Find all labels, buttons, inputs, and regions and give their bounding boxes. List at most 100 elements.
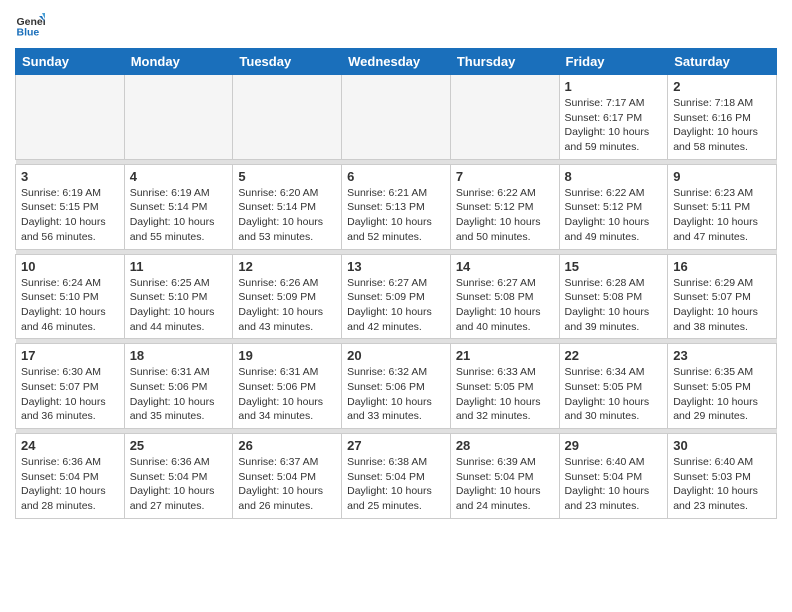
day-number: 11: [130, 259, 228, 274]
day-header-friday: Friday: [559, 49, 668, 75]
day-header-thursday: Thursday: [450, 49, 559, 75]
day-info: Sunrise: 7:18 AM Sunset: 6:16 PM Dayligh…: [673, 96, 771, 155]
logo: General Blue: [15, 10, 49, 40]
calendar-day-cell: 23Sunrise: 6:35 AM Sunset: 5:05 PM Dayli…: [668, 344, 777, 429]
day-info: Sunrise: 6:28 AM Sunset: 5:08 PM Dayligh…: [565, 276, 663, 335]
calendar-week-row: 1Sunrise: 7:17 AM Sunset: 6:17 PM Daylig…: [16, 75, 777, 160]
calendar-day-cell: 12Sunrise: 6:26 AM Sunset: 5:09 PM Dayli…: [233, 254, 342, 339]
day-header-monday: Monday: [124, 49, 233, 75]
day-number: 8: [565, 169, 663, 184]
calendar-day-cell: 21 Sunrise: 6:33 AM Sunset: 5:05 PM Dayli…: [450, 344, 559, 429]
calendar-day-cell: 4 Sunrise: 6:19 AM Sunset: 5:14 PM Daylig…: [124, 164, 233, 249]
calendar-day-cell: [16, 75, 125, 160]
calendar-day-cell: 1Sunrise: 7:17 AM Sunset: 6:17 PM Daylig…: [559, 75, 668, 160]
day-number: 5: [238, 169, 336, 184]
day-info: Sunrise: 6:37 AM Sunset: 5:04 PM Dayligh…: [238, 455, 336, 514]
calendar-week-row: 10 Sunrise: 6:24 AM Sunset: 5:10 PM Dayli…: [16, 254, 777, 339]
day-number: 2: [673, 79, 771, 94]
day-info: Sunrise: 6:31 AM Sunset: 5:06 PM Dayligh…: [130, 365, 228, 424]
calendar-day-cell: [233, 75, 342, 160]
day-number: 14: [456, 259, 554, 274]
calendar-day-cell: 14 Sunrise: 6:27 AM Sunset: 5:08 PM Dayli…: [450, 254, 559, 339]
day-header-saturday: Saturday: [668, 49, 777, 75]
page-header: General Blue: [15, 10, 777, 40]
calendar-day-cell: [342, 75, 451, 160]
day-info: Sunrise: 6:35 AM Sunset: 5:05 PM Dayligh…: [673, 365, 771, 424]
day-number: 20: [347, 348, 445, 363]
day-number: 30: [673, 438, 771, 453]
logo-icon: General Blue: [15, 10, 45, 40]
day-number: 6: [347, 169, 445, 184]
calendar-week-row: 17Sunrise: 6:30 AM Sunset: 5:07 PM Dayli…: [16, 344, 777, 429]
day-info: Sunrise: 6:21 AM Sunset: 5:13 PM Dayligh…: [347, 186, 445, 245]
calendar-day-cell: 6 Sunrise: 6:21 AM Sunset: 5:13 PM Daylig…: [342, 164, 451, 249]
calendar-day-cell: [450, 75, 559, 160]
day-info: Sunrise: 6:23 AM Sunset: 5:11 PM Dayligh…: [673, 186, 771, 245]
calendar-day-cell: 5Sunrise: 6:20 AM Sunset: 5:14 PM Daylig…: [233, 164, 342, 249]
day-info: Sunrise: 6:29 AM Sunset: 5:07 PM Dayligh…: [673, 276, 771, 335]
day-header-tuesday: Tuesday: [233, 49, 342, 75]
calendar-day-cell: 13 Sunrise: 6:27 AM Sunset: 5:09 PM Dayli…: [342, 254, 451, 339]
calendar-day-cell: 30 Sunrise: 6:40 AM Sunset: 5:03 PM Dayli…: [668, 434, 777, 519]
day-info: Sunrise: 6:39 AM Sunset: 5:04 PM Dayligh…: [456, 455, 554, 514]
day-info: Sunrise: 6:27 AM Sunset: 5:08 PM Dayligh…: [456, 276, 554, 335]
calendar-day-cell: 22 Sunrise: 6:34 AM Sunset: 5:05 PM Dayli…: [559, 344, 668, 429]
day-number: 7: [456, 169, 554, 184]
calendar-day-cell: 26 Sunrise: 6:37 AM Sunset: 5:04 PM Dayli…: [233, 434, 342, 519]
day-info: Sunrise: 6:27 AM Sunset: 5:09 PM Dayligh…: [347, 276, 445, 335]
day-number: 22: [565, 348, 663, 363]
day-number: 17: [21, 348, 119, 363]
calendar-day-cell: 8Sunrise: 6:22 AM Sunset: 5:12 PM Daylig…: [559, 164, 668, 249]
calendar-day-cell: 11 Sunrise: 6:25 AM Sunset: 5:10 PM Dayli…: [124, 254, 233, 339]
svg-text:Blue: Blue: [17, 27, 40, 39]
calendar-day-cell: 19 Sunrise: 6:31 AM Sunset: 5:06 PM Dayli…: [233, 344, 342, 429]
day-info: Sunrise: 6:33 AM Sunset: 5:05 PM Dayligh…: [456, 365, 554, 424]
calendar-day-cell: 29 Sunrise: 6:40 AM Sunset: 5:04 PM Dayli…: [559, 434, 668, 519]
day-info: Sunrise: 6:36 AM Sunset: 5:04 PM Dayligh…: [130, 455, 228, 514]
calendar-day-cell: 16 Sunrise: 6:29 AM Sunset: 5:07 PM Dayli…: [668, 254, 777, 339]
day-number: 10: [21, 259, 119, 274]
day-number: 26: [238, 438, 336, 453]
day-info: Sunrise: 6:40 AM Sunset: 5:03 PM Dayligh…: [673, 455, 771, 514]
day-info: Sunrise: 6:19 AM Sunset: 5:14 PM Dayligh…: [130, 186, 228, 245]
day-number: 25: [130, 438, 228, 453]
calendar-header-row: SundayMondayTuesdayWednesdayThursdayFrid…: [16, 49, 777, 75]
day-number: 3: [21, 169, 119, 184]
day-info: Sunrise: 6:25 AM Sunset: 5:10 PM Dayligh…: [130, 276, 228, 335]
day-info: Sunrise: 6:22 AM Sunset: 5:12 PM Dayligh…: [456, 186, 554, 245]
day-info: Sunrise: 6:31 AM Sunset: 5:06 PM Dayligh…: [238, 365, 336, 424]
day-number: 13: [347, 259, 445, 274]
day-number: 18: [130, 348, 228, 363]
day-number: 9: [673, 169, 771, 184]
calendar: SundayMondayTuesdayWednesdayThursdayFrid…: [15, 48, 777, 519]
calendar-day-cell: [124, 75, 233, 160]
calendar-day-cell: 17Sunrise: 6:30 AM Sunset: 5:07 PM Dayli…: [16, 344, 125, 429]
day-number: 29: [565, 438, 663, 453]
day-header-wednesday: Wednesday: [342, 49, 451, 75]
day-number: 27: [347, 438, 445, 453]
day-info: Sunrise: 6:24 AM Sunset: 5:10 PM Dayligh…: [21, 276, 119, 335]
calendar-day-cell: 10 Sunrise: 6:24 AM Sunset: 5:10 PM Dayli…: [16, 254, 125, 339]
day-number: 24: [21, 438, 119, 453]
day-info: Sunrise: 7:17 AM Sunset: 6:17 PM Dayligh…: [565, 96, 663, 155]
calendar-day-cell: 18 Sunrise: 6:31 AM Sunset: 5:06 PM Dayli…: [124, 344, 233, 429]
day-header-sunday: Sunday: [16, 49, 125, 75]
calendar-day-cell: 25 Sunrise: 6:36 AM Sunset: 5:04 PM Dayli…: [124, 434, 233, 519]
day-info: Sunrise: 6:38 AM Sunset: 5:04 PM Dayligh…: [347, 455, 445, 514]
day-number: 4: [130, 169, 228, 184]
calendar-week-row: 24 Sunrise: 6:36 AM Sunset: 5:04 PM Dayli…: [16, 434, 777, 519]
day-number: 19: [238, 348, 336, 363]
day-info: Sunrise: 6:36 AM Sunset: 5:04 PM Dayligh…: [21, 455, 119, 514]
day-info: Sunrise: 6:40 AM Sunset: 5:04 PM Dayligh…: [565, 455, 663, 514]
calendar-day-cell: 7 Sunrise: 6:22 AM Sunset: 5:12 PM Daylig…: [450, 164, 559, 249]
day-info: Sunrise: 6:19 AM Sunset: 5:15 PM Dayligh…: [21, 186, 119, 245]
day-info: Sunrise: 6:34 AM Sunset: 5:05 PM Dayligh…: [565, 365, 663, 424]
calendar-day-cell: 3 Sunrise: 6:19 AM Sunset: 5:15 PM Daylig…: [16, 164, 125, 249]
day-number: 21: [456, 348, 554, 363]
calendar-day-cell: 28Sunrise: 6:39 AM Sunset: 5:04 PM Dayli…: [450, 434, 559, 519]
calendar-week-row: 3 Sunrise: 6:19 AM Sunset: 5:15 PM Daylig…: [16, 164, 777, 249]
day-info: Sunrise: 6:32 AM Sunset: 5:06 PM Dayligh…: [347, 365, 445, 424]
day-number: 15: [565, 259, 663, 274]
calendar-day-cell: 15 Sunrise: 6:28 AM Sunset: 5:08 PM Dayli…: [559, 254, 668, 339]
day-number: 16: [673, 259, 771, 274]
